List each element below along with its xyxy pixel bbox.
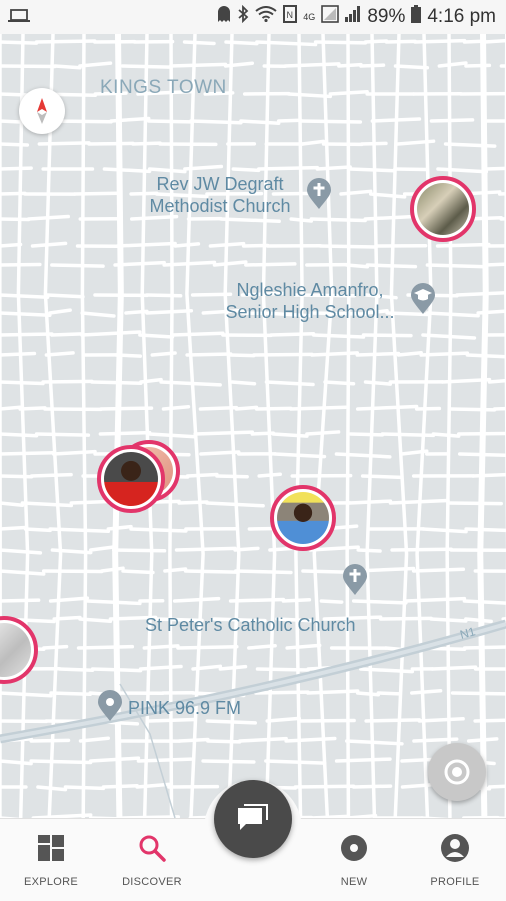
map-view[interactable]: KINGS TOWN Rev JW Degraft Methodist Chur… [0,34,506,818]
grid-icon [38,835,64,861]
compass-button[interactable] [19,88,65,134]
chat-button[interactable] [214,780,292,858]
place-label-methodist[interactable]: Rev JW Degraft Methodist Church [140,173,300,217]
nfc-icon: N [283,5,298,29]
user-avatar-yellow-hat[interactable] [270,485,336,551]
ghost-icon [217,5,231,29]
location-pin-icon[interactable] [97,690,123,722]
laptop-icon [8,8,30,30]
user-avatar-red-shirt[interactable] [97,445,165,513]
nav-label: EXPLORE [23,876,79,888]
nav-label: PROFILE [430,876,480,888]
my-location-button[interactable] [428,743,486,801]
network-type: 4G [303,11,316,22]
nav-new[interactable]: NEW [309,819,399,901]
nav-label: DISCOVER [122,876,182,888]
place-label-line2: Senior High School... [225,302,395,322]
svg-text:N: N [287,10,294,20]
place-label-pink-fm[interactable]: PINK 96.9 FM [128,697,241,719]
place-label-line1: Rev JW Degraft [156,174,284,194]
nav-explore[interactable]: EXPLORE [6,819,96,901]
cross-icon[interactable] [342,564,368,596]
place-label-school[interactable]: Ngleshie Amanfro, Senior High School... [215,279,405,323]
search-icon [139,835,166,862]
place-label-st-peters[interactable]: St Peter's Catholic Church [145,614,356,636]
person-icon [441,834,469,862]
nav-profile[interactable]: PROFILE [410,819,500,901]
status-bar: N 4G 89% 4:16 pm [0,0,506,34]
battery-icon [411,5,422,29]
nav-discover[interactable]: DISCOVER [107,819,197,901]
area-label: KINGS TOWN [100,77,227,98]
place-label-line2: Methodist Church [149,196,291,216]
graduation-cap-icon[interactable] [410,283,436,315]
record-icon [341,835,367,861]
chat-icon [238,804,268,830]
user-avatar-top-right[interactable] [410,176,476,242]
bluetooth-icon [237,4,249,29]
road-network [0,34,506,818]
battery-percent: 89% [367,6,406,27]
compass-icon [37,98,47,124]
wifi-icon [255,6,277,28]
clock: 4:16 pm [427,6,496,27]
place-label-line1: Ngleshie Amanfro, [236,280,384,300]
cross-icon[interactable] [306,178,332,210]
signal-icon-1 [321,5,340,29]
nav-label: NEW [340,876,368,888]
signal-icon-2 [345,5,361,29]
target-icon [444,759,470,785]
